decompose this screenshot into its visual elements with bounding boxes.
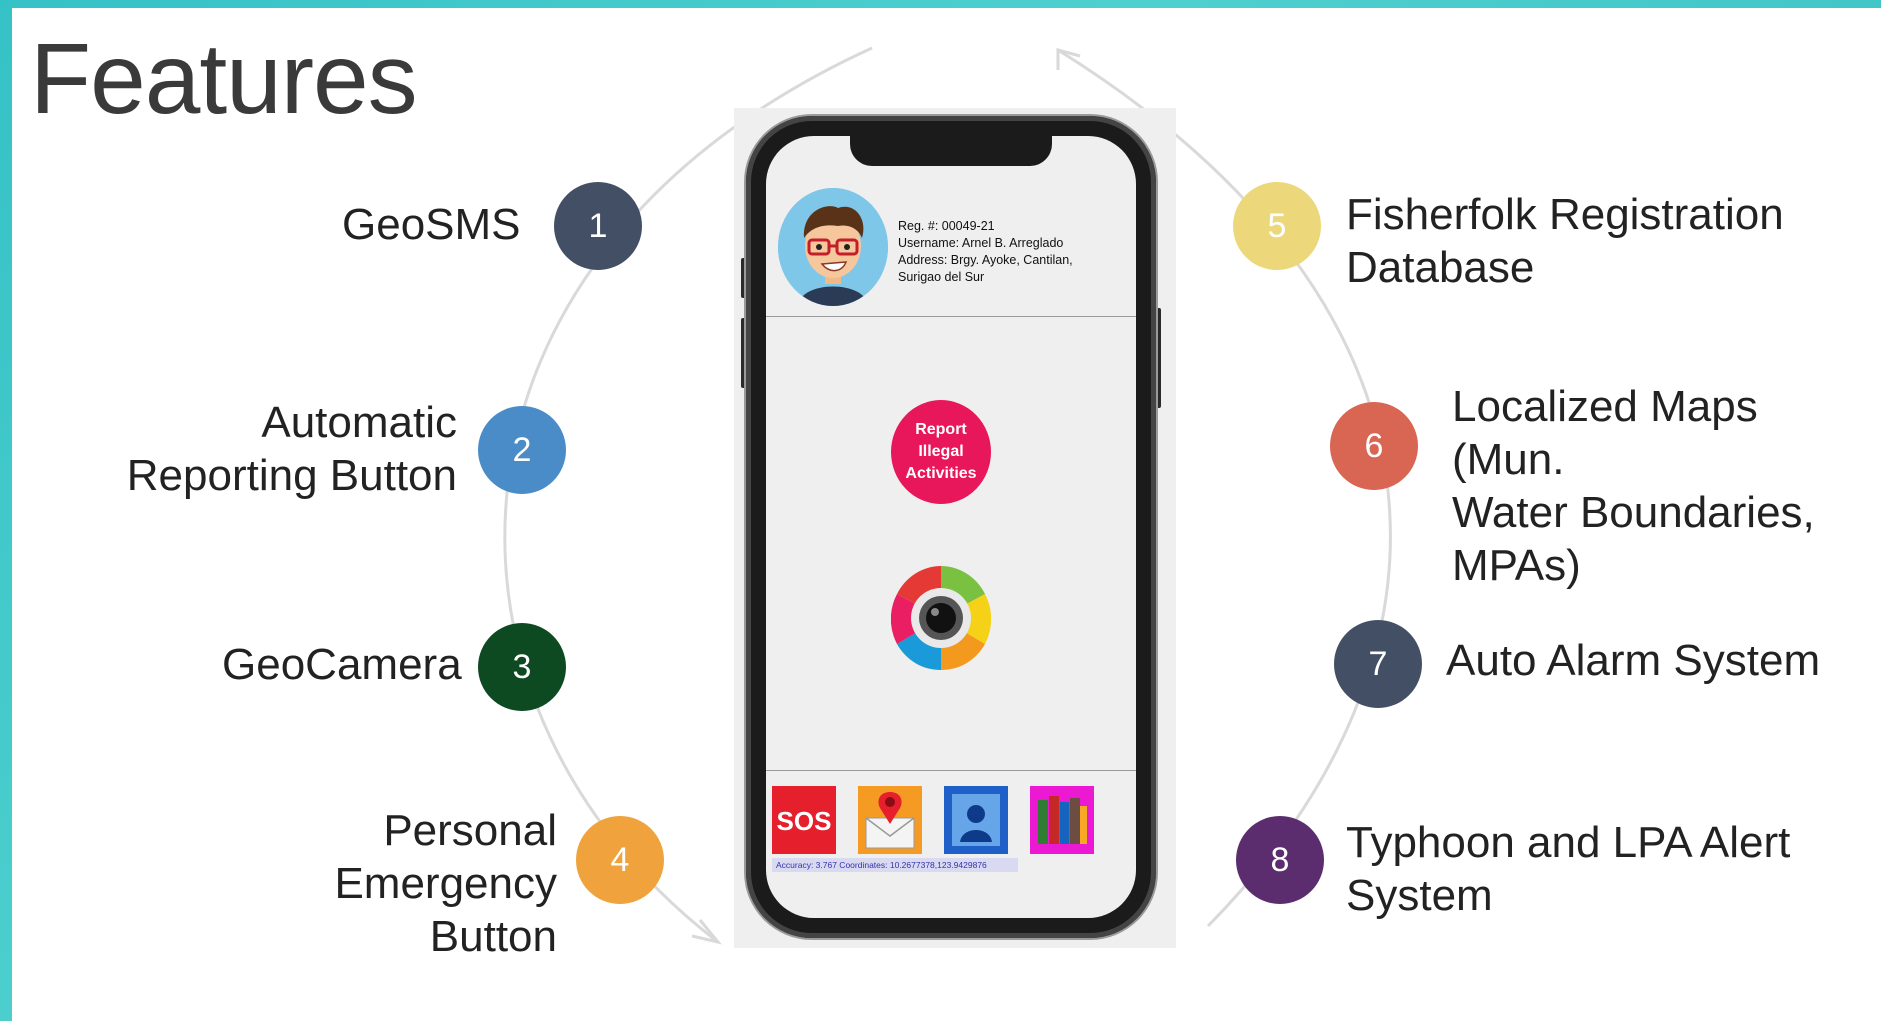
gps-status-bar: Accuracy: 3.767 Coordinates: 10.2677378,… xyxy=(772,858,1018,872)
contact-icon[interactable] xyxy=(944,786,1008,854)
feature-label-automatic-reporting: Automatic Reporting Button xyxy=(126,398,457,500)
feature-label-localized-maps: Localized Maps (Mun. Water Boundaries, M… xyxy=(1452,382,1815,590)
report-illegal-activities-button[interactable]: Report Illegal Activities xyxy=(891,400,991,504)
profile-info: Reg. #: 00049-21 Username: Arnel B. Arre… xyxy=(898,218,1128,286)
feature-number-text: 3 xyxy=(512,647,532,686)
feature-number-text: 1 xyxy=(588,206,608,245)
sos-icon[interactable]: SOS xyxy=(772,786,836,854)
avatar-illustration xyxy=(778,188,888,306)
feature-label-fisherfolk-registration: Fisherfolk Registration Database xyxy=(1346,190,1784,292)
feature-number-text: 2 xyxy=(512,430,532,469)
feature-label-geocamera: GeoCamera xyxy=(222,640,462,689)
divider xyxy=(766,770,1136,771)
address-line-2: Surigao del Sur xyxy=(898,270,985,284)
feature-number-1: 1 xyxy=(554,182,642,270)
address: Address: Brgy. Ayoke, Cantilan, xyxy=(898,253,1073,267)
feature-number-8: 8 xyxy=(1236,816,1324,904)
phone-side-button xyxy=(1156,308,1161,408)
library-button xyxy=(1030,786,1094,854)
phone-notch xyxy=(850,136,1052,166)
feature-label-geosms: GeoSMS xyxy=(342,200,521,249)
phone-screen: Reg. #: 00049-21 Username: Arnel B. Arre… xyxy=(766,136,1136,918)
sos-label: SOS xyxy=(777,806,832,836)
sos-button: SOS xyxy=(772,786,836,854)
feature-number-4: 4 xyxy=(576,816,664,904)
feature-number-5: 5 xyxy=(1233,182,1321,270)
feature-number-6: 6 xyxy=(1330,402,1418,490)
feature-number-text: 6 xyxy=(1364,426,1384,465)
feature-label-auto-alarm: Auto Alarm System xyxy=(1446,636,1821,685)
report-button-label: Report Illegal Activities xyxy=(905,421,977,482)
feature-number-text: 7 xyxy=(1368,644,1388,683)
feature-number-2: 2 xyxy=(478,406,566,494)
library-books-icon[interactable] xyxy=(1030,786,1094,854)
slide: Features GeoSMS 1 Automatic Reporting Bu… xyxy=(12,8,1881,1021)
geocamera-button[interactable] xyxy=(890,566,992,671)
map-message-icon[interactable] xyxy=(858,786,922,854)
feature-number-text: 5 xyxy=(1267,206,1287,245)
phone-frame: Reg. #: 00049-21 Username: Arnel B. Arre… xyxy=(746,116,1156,938)
camera-icon xyxy=(890,566,992,671)
reg-number: Reg. #: 00049-21 xyxy=(898,219,995,233)
feature-number-3: 3 xyxy=(478,623,566,711)
avatar xyxy=(778,188,888,306)
feature-number-text: 8 xyxy=(1270,840,1290,879)
username: Username: Arnel B. Arreglado xyxy=(898,236,1064,250)
geosms-button xyxy=(858,786,922,854)
contact-button xyxy=(944,786,1008,854)
divider xyxy=(766,316,1136,317)
feature-number-7: 7 xyxy=(1334,620,1422,708)
feature-label-typhoon-alert: Typhoon and LPA Alert System xyxy=(1346,818,1791,920)
feature-label-personal-emergency: Personal Emergency Button xyxy=(334,806,557,961)
feature-number-text: 4 xyxy=(610,840,630,879)
